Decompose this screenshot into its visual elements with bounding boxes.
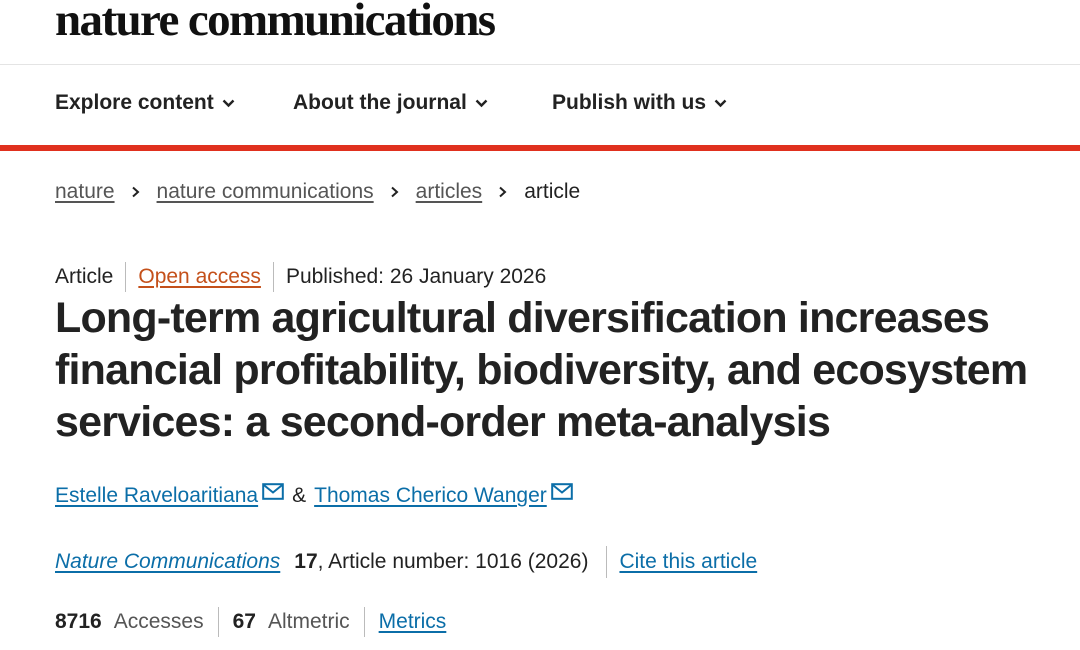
article-metrics: 8716 Accesses 67 Altmetric Metrics — [55, 607, 446, 637]
altmetric-label: Altmetric — [267, 610, 350, 633]
altmetric-score: 67 — [232, 610, 256, 633]
article-meta: Article Open access Published: 26 Januar… — [55, 262, 546, 292]
metrics-divider — [217, 607, 219, 637]
nav-item-label: Explore content — [55, 91, 214, 114]
author-link[interactable]: Thomas Cherico Wanger — [314, 484, 547, 508]
chevron-down-icon — [222, 99, 235, 107]
article-page: nature communications Explore content Ab… — [0, 0, 1080, 650]
accesses-label: Accesses — [113, 610, 204, 633]
mail-icon[interactable] — [550, 482, 573, 500]
nav-explore-content[interactable]: Explore content — [55, 91, 235, 115]
author-link[interactable]: Estelle Raveloaritiana — [55, 484, 258, 508]
volume-number: 17 — [294, 550, 318, 573]
breadcrumb-current: article — [524, 180, 581, 203]
nav-item-label: Publish with us — [552, 91, 707, 114]
cite-this-article-link[interactable]: Cite this article — [619, 550, 757, 574]
accesses-count: 8716 — [55, 610, 102, 633]
metrics-link[interactable]: Metrics — [379, 610, 447, 634]
citation-line: Nature Communications 17 , Article numbe… — [55, 546, 757, 578]
breadcrumb-link-nature[interactable]: nature — [55, 180, 115, 204]
meta-divider — [125, 262, 127, 292]
chevron-right-icon — [131, 186, 140, 198]
breadcrumb: nature nature communications articles ar… — [55, 180, 580, 204]
article-type: Article — [55, 265, 114, 288]
open-access-link[interactable]: Open access — [138, 265, 261, 289]
journal-logo[interactable]: nature communications — [55, 0, 496, 50]
chevron-down-icon — [714, 99, 727, 107]
meta-divider — [272, 262, 274, 292]
main-nav: Explore content About the journal Publis… — [0, 65, 1080, 145]
chevron-down-icon — [475, 99, 488, 107]
journal-link[interactable]: Nature Communications — [55, 550, 280, 574]
chevron-right-icon — [390, 186, 399, 198]
metrics-divider — [363, 607, 365, 637]
nav-about-the-journal[interactable]: About the journal — [293, 91, 488, 115]
breadcrumb-link-articles[interactable]: articles — [416, 180, 483, 204]
nav-item-label: About the journal — [293, 91, 467, 114]
article-title: Long-term agricultural diversification i… — [55, 294, 1028, 446]
masthead: nature communications — [0, 0, 1080, 65]
nav-publish-with-us[interactable]: Publish with us — [552, 91, 727, 115]
nav-accent-rule — [0, 145, 1080, 151]
citation-divider — [606, 546, 608, 578]
author-list: Estelle Raveloaritiana & Thomas Cherico … — [55, 482, 573, 508]
article-number: , Article number: 1016 (2026) — [317, 550, 589, 573]
published-date: Published: 26 January 2026 — [285, 265, 547, 288]
chevron-right-icon — [499, 186, 507, 198]
breadcrumb-link-nature-communications[interactable]: nature communications — [157, 180, 374, 204]
mail-icon[interactable] — [262, 482, 284, 500]
author-joiner: & — [292, 484, 307, 507]
